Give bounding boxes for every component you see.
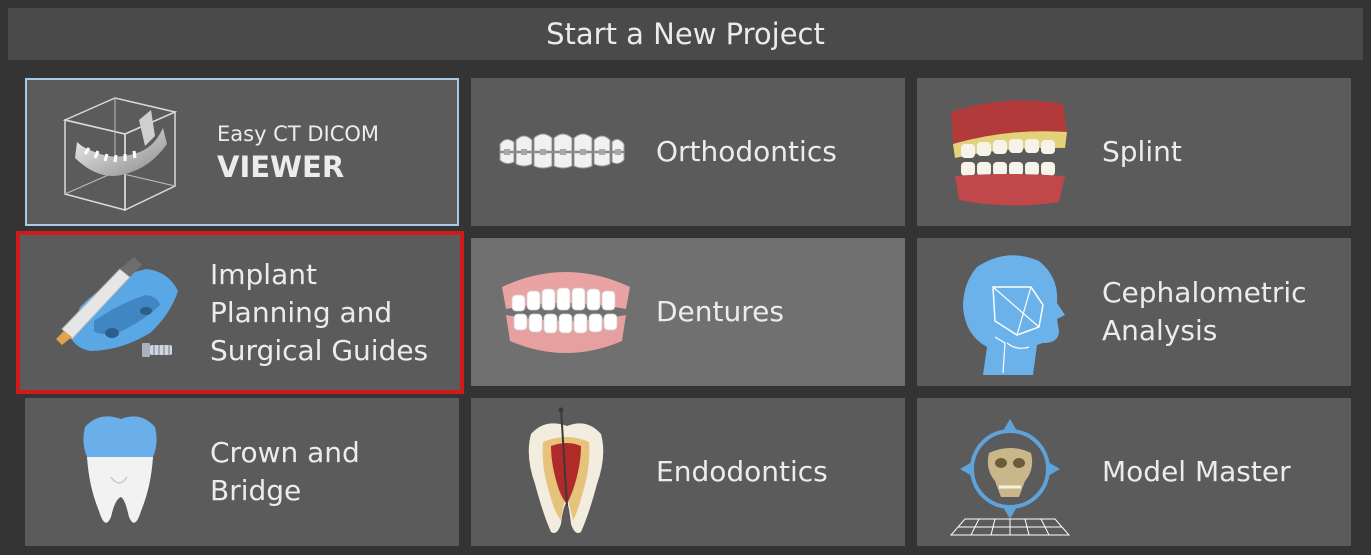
crown-line2: Bridge (210, 474, 302, 507)
model-master-title: Model Master (1102, 455, 1291, 488)
tile-crown-bridge[interactable]: Crown and Bridge (25, 398, 459, 546)
tile-endodontics-label: Endodontics (656, 398, 895, 546)
tooth-root-canal-icon (501, 407, 631, 536)
tile-dentures[interactable]: Dentures (471, 238, 905, 386)
cephalometric-line1: Cephalometric (1102, 276, 1307, 309)
tile-crown-bridge-label: Crown and Bridge (210, 398, 449, 546)
implant-line2: Planning and (210, 295, 393, 329)
head-profile-icon (947, 248, 1077, 376)
tile-dentures-label: Dentures (656, 238, 895, 386)
tile-model-master-label: Model Master (1102, 398, 1341, 546)
splint-title: Splint (1102, 135, 1182, 168)
dentures-title: Dentures (656, 295, 784, 328)
ct-volume-icon (55, 90, 185, 218)
project-dialog: Start a New Project Easy CT DICOM VIEWER… (0, 0, 1371, 555)
ct-viewer-subtitle: Easy CT DICOM (217, 122, 380, 146)
dialog-title: Start a New Project (546, 17, 825, 51)
tile-orthodontics[interactable]: Orthodontics (471, 78, 905, 226)
tile-splint[interactable]: Splint (917, 78, 1351, 226)
ct-viewer-title: VIEWER (217, 150, 345, 184)
tile-orthodontics-label: Orthodontics (656, 78, 895, 226)
tile-ct-viewer-label: Easy CT DICOM VIEWER (217, 80, 447, 224)
splint-jaw-icon (945, 88, 1075, 216)
dialog-header: Start a New Project (8, 8, 1363, 60)
tile-implant-planning-label: Implant Planning and Surgical Guides (210, 235, 450, 390)
orthodontics-title: Orthodontics (656, 135, 837, 168)
tile-cephalometric[interactable]: Cephalometric Analysis (917, 238, 1351, 386)
tile-splint-label: Splint (1102, 78, 1341, 226)
tile-endodontics[interactable]: Endodontics (471, 398, 905, 546)
implant-line3: Surgical Guides (210, 333, 429, 367)
implant-drill-icon (50, 247, 190, 375)
tile-model-master[interactable]: Model Master (917, 398, 1351, 546)
crown-line1: Crown and (210, 436, 360, 469)
implant-line1: Implant (210, 257, 317, 291)
tooth-crown-icon (55, 408, 185, 536)
endodontics-title: Endodontics (656, 455, 828, 488)
tile-ct-viewer[interactable]: Easy CT DICOM VIEWER (25, 78, 459, 226)
dentures-icon (496, 248, 636, 376)
tile-cephalometric-label: Cephalometric Analysis (1102, 238, 1341, 386)
cephalometric-line2: Analysis (1102, 314, 1218, 347)
tile-implant-planning[interactable]: Implant Planning and Surgical Guides (16, 231, 464, 394)
model-grid-icon (945, 408, 1075, 536)
braces-icon (496, 88, 626, 216)
